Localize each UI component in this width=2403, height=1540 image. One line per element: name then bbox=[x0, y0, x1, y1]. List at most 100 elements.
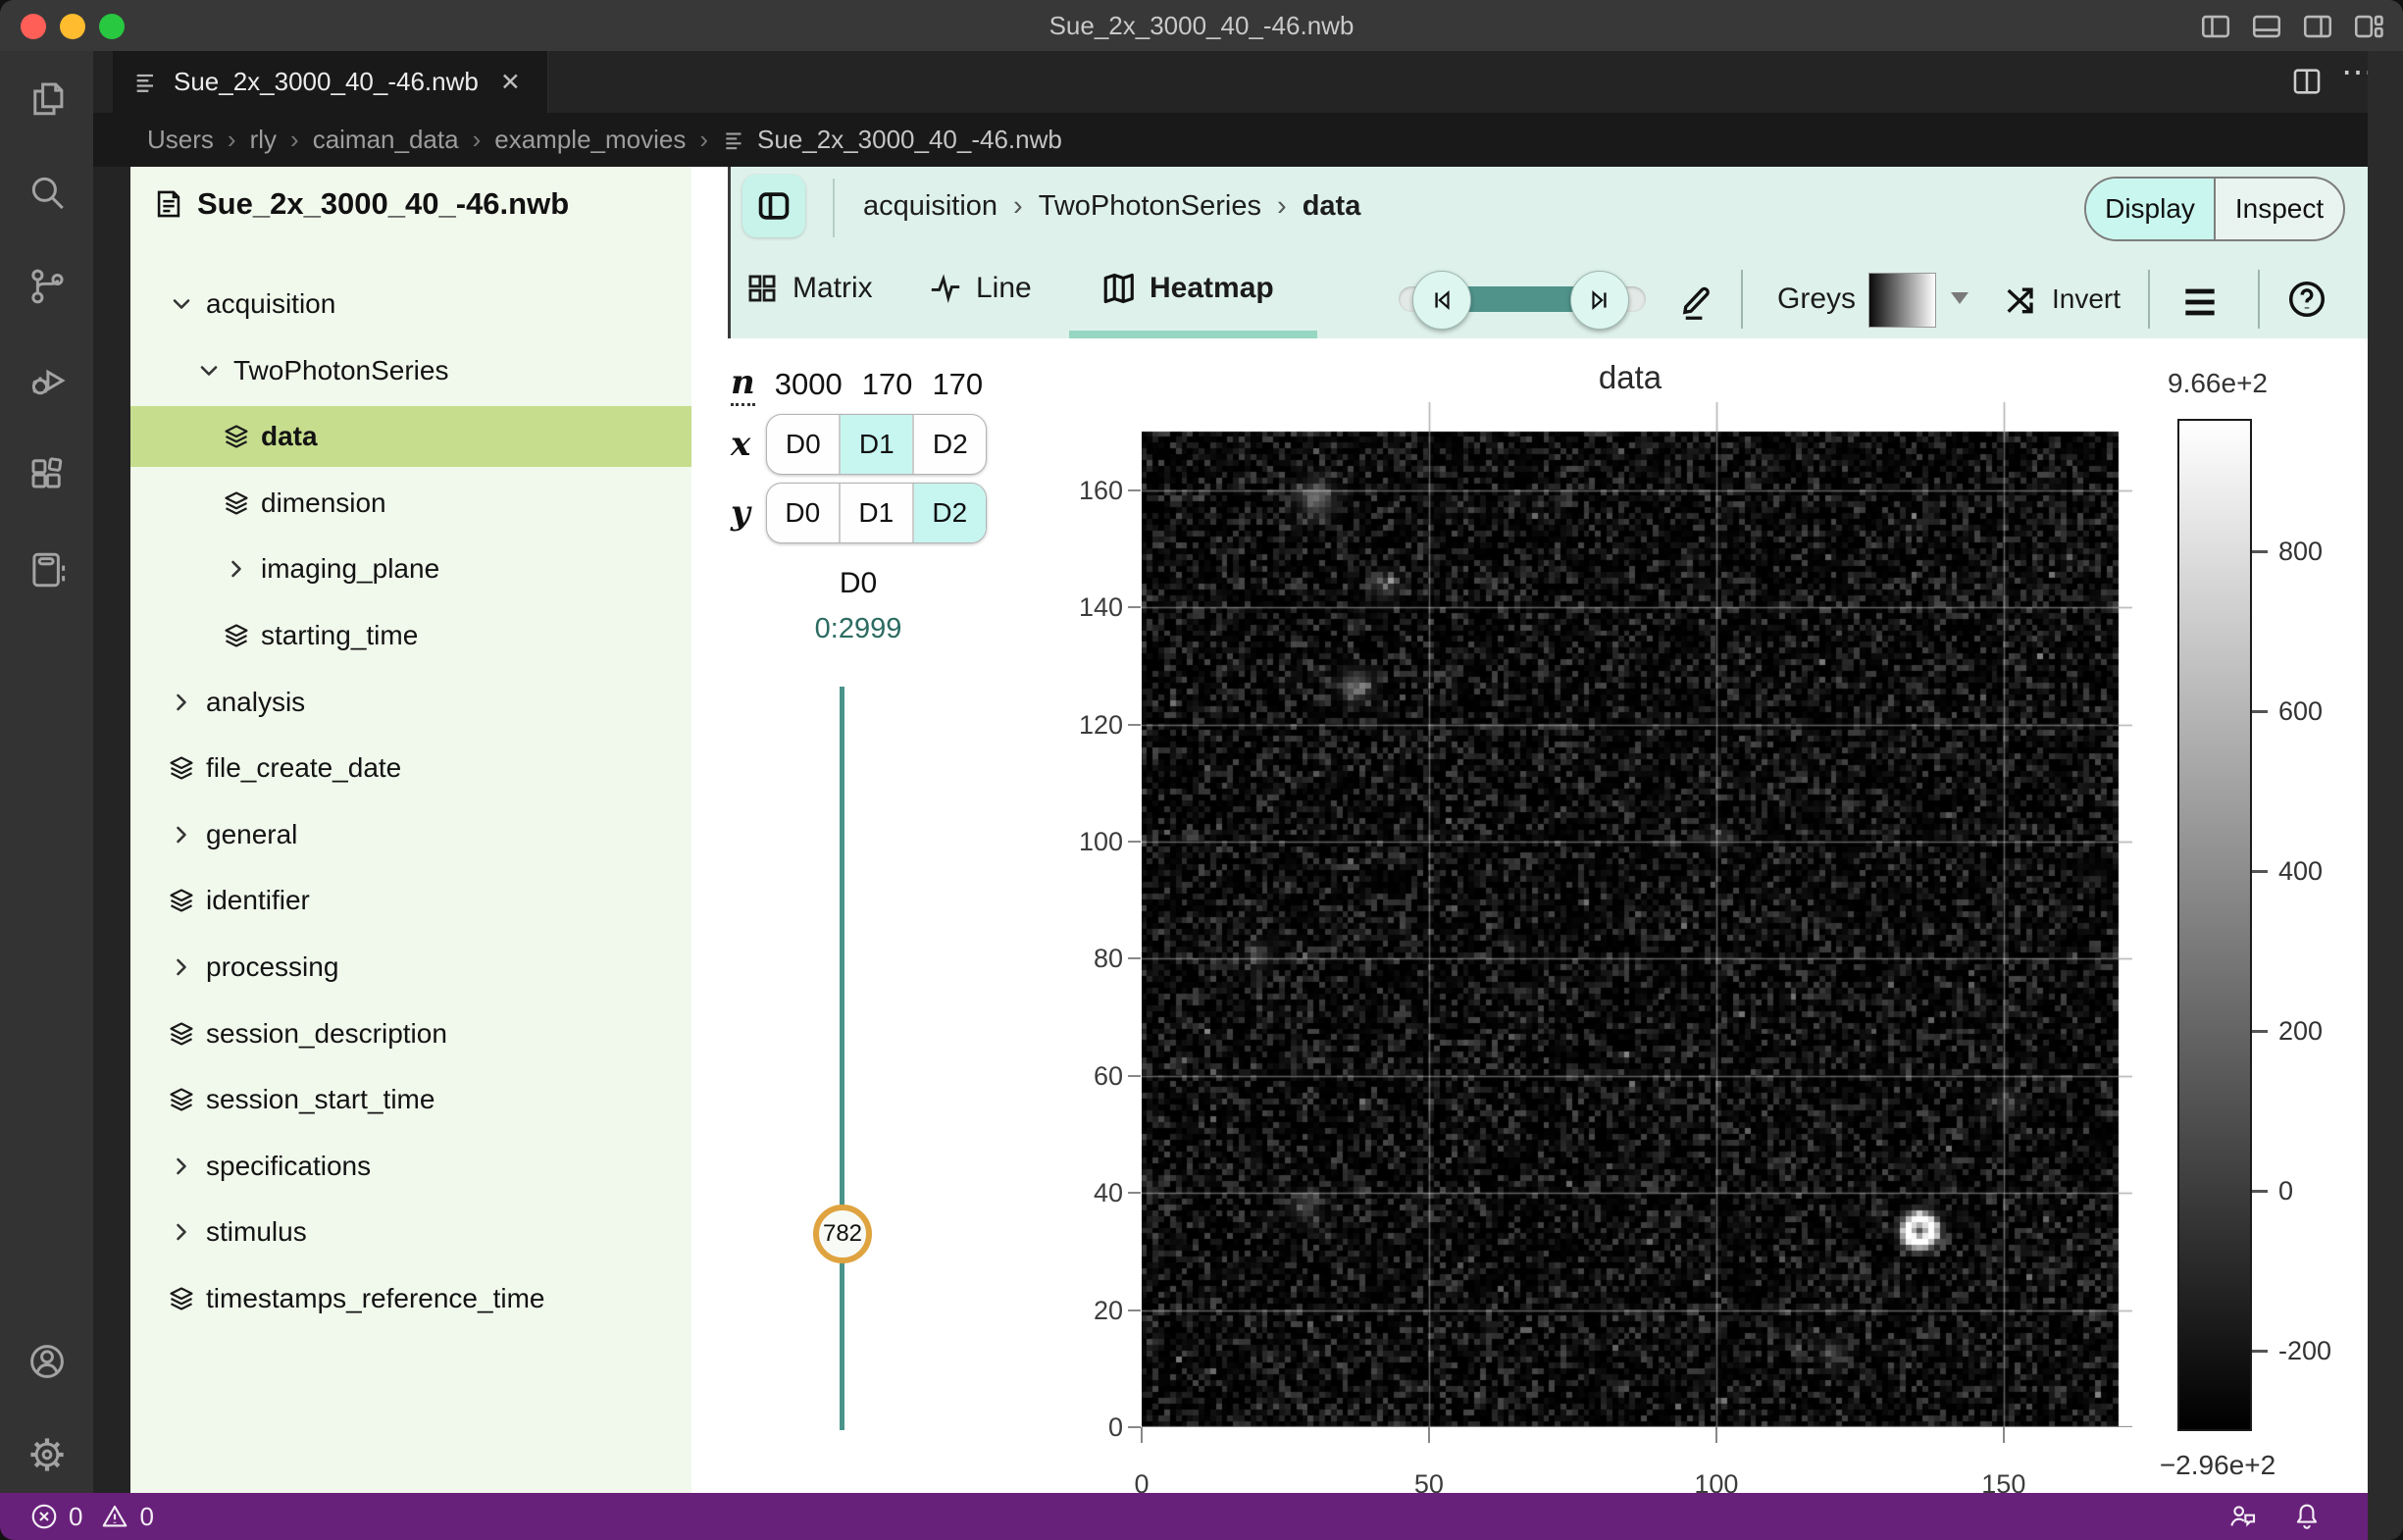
layout-panel-icon[interactable] bbox=[2250, 10, 2283, 43]
tree-item-timestamps_reference_time[interactable]: timestamps_reference_time bbox=[130, 1268, 691, 1329]
chevron-right-icon[interactable] bbox=[222, 554, 251, 584]
breadcrumb-item[interactable]: rly bbox=[250, 125, 277, 155]
search-icon[interactable] bbox=[26, 172, 68, 213]
breadcrumb[interactable]: Users›rly›caiman_data›example_movies›Sue… bbox=[93, 113, 2403, 167]
tree-item-analysis[interactable]: analysis bbox=[130, 672, 691, 733]
tree-item-session_start_time[interactable]: session_start_time bbox=[130, 1069, 691, 1130]
nwb-tree-panel: Sue_2x_3000_40_-46.nwb acquisitionTwoPho… bbox=[130, 167, 691, 1493]
warning-count[interactable]: 0 bbox=[139, 1502, 153, 1532]
y-tick-label: 60 bbox=[1025, 1058, 1123, 1094]
heatmap-image[interactable] bbox=[1142, 402, 2132, 1427]
inspect-tab[interactable]: Inspect bbox=[2214, 179, 2343, 239]
tree-item-identifier[interactable]: identifier bbox=[130, 870, 691, 931]
frame-range-label: 0:2999 bbox=[760, 613, 956, 645]
close-window-button[interactable] bbox=[21, 14, 46, 39]
tree-item-dimension[interactable]: dimension bbox=[130, 473, 691, 534]
range-end-handle[interactable] bbox=[1570, 271, 1629, 330]
y-tick-mark bbox=[1128, 957, 1141, 959]
tree-item-session_description[interactable]: session_description bbox=[130, 1003, 691, 1064]
help-icon[interactable] bbox=[2286, 279, 2327, 320]
chevron-right-icon[interactable] bbox=[167, 1152, 196, 1181]
chevron-right-icon[interactable] bbox=[167, 952, 196, 982]
chevron-right-icon[interactable] bbox=[167, 688, 196, 717]
tree-item-processing[interactable]: processing bbox=[130, 937, 691, 998]
dataset-icon bbox=[167, 1019, 196, 1049]
layout-sidebar-left-icon[interactable] bbox=[2199, 10, 2232, 43]
file-root-label: Sue_2x_3000_40_-46.nwb bbox=[197, 186, 569, 222]
explorer-icon[interactable] bbox=[26, 77, 68, 119]
frame-slider-handle[interactable]: 782 bbox=[813, 1205, 872, 1263]
matrix-view-tab[interactable]: Matrix bbox=[745, 245, 873, 331]
colorbar-min-label: −2.96e+2 bbox=[2115, 1450, 2321, 1481]
layout-sidebar-right-icon[interactable] bbox=[2301, 10, 2334, 43]
dim-option-D0[interactable]: D0 bbox=[767, 484, 839, 542]
zoom-window-button[interactable] bbox=[99, 14, 125, 39]
hdf5-tree: acquisitionTwoPhotonSeriesdatadimensioni… bbox=[130, 274, 691, 1329]
breadcrumb-item[interactable]: Users bbox=[147, 125, 214, 155]
pen-icon[interactable] bbox=[1677, 279, 1718, 320]
tree-item-imaging_plane[interactable]: imaging_plane bbox=[130, 539, 691, 599]
colormap-swatch[interactable] bbox=[1868, 273, 1936, 328]
bell-icon[interactable] bbox=[2291, 1501, 2323, 1532]
shape-row: n 3000 170 170 bbox=[731, 363, 983, 406]
display-tab[interactable]: Display bbox=[2086, 179, 2214, 239]
dataset-breadcrumb-item[interactable]: data bbox=[1303, 190, 1361, 223]
chevron-right-icon[interactable] bbox=[167, 820, 196, 849]
run-debug-icon[interactable] bbox=[26, 360, 68, 401]
tree-item-general[interactable]: general bbox=[130, 804, 691, 865]
invert-label[interactable]: Invert bbox=[2052, 283, 2121, 315]
tree-item-data[interactable]: data bbox=[130, 406, 691, 467]
editor-tab[interactable]: Sue_2x_3000_40_-46.nwb ✕ bbox=[113, 51, 548, 113]
breadcrumb-file[interactable]: Sue_2x_3000_40_-46.nwb bbox=[757, 125, 1062, 155]
line-view-tab[interactable]: Line bbox=[929, 245, 1032, 331]
tab-close-icon[interactable]: ✕ bbox=[500, 68, 521, 97]
heatmap-view-tab[interactable]: Heatmap bbox=[1100, 245, 1274, 331]
layout-customize-icon[interactable] bbox=[2352, 10, 2385, 43]
colorbar-tick-label: 400 bbox=[2278, 853, 2323, 889]
split-editor-icon[interactable] bbox=[2290, 65, 2324, 98]
chevron-right-icon[interactable] bbox=[167, 1217, 196, 1247]
file-list-icon bbox=[722, 128, 747, 153]
y-tick-mark bbox=[1128, 489, 1141, 491]
error-circle-icon[interactable] bbox=[29, 1502, 59, 1531]
dim-option-D0[interactable]: D0 bbox=[767, 415, 839, 474]
settings-gear-icon[interactable] bbox=[26, 1434, 68, 1475]
colormap-dropdown-caret[interactable] bbox=[1951, 292, 1968, 304]
y-tick-label: 20 bbox=[1025, 1293, 1123, 1328]
toggle-sidebar-button[interactable] bbox=[742, 175, 805, 237]
breadcrumb-item[interactable]: caiman_data bbox=[313, 125, 459, 155]
dataset-breadcrumb[interactable]: acquisition›TwoPhotonSeries›data bbox=[863, 167, 1360, 245]
tree-item-acquisition[interactable]: acquisition bbox=[130, 274, 691, 334]
tree-item-specifications[interactable]: specifications bbox=[130, 1136, 691, 1197]
dim-option-D1[interactable]: D1 bbox=[839, 484, 912, 542]
chevron-down-icon[interactable] bbox=[194, 356, 224, 385]
menu-icon[interactable] bbox=[2178, 281, 2222, 324]
notebook-icon[interactable] bbox=[26, 549, 68, 590]
range-start-handle[interactable] bbox=[1412, 271, 1471, 330]
dim-option-D2[interactable]: D2 bbox=[912, 484, 986, 542]
activity-bar bbox=[0, 51, 93, 1493]
minimize-window-button[interactable] bbox=[60, 14, 85, 39]
tree-item-file_create_date[interactable]: file_create_date bbox=[130, 738, 691, 798]
dim-option-D2[interactable]: D2 bbox=[912, 415, 986, 474]
dataset-icon bbox=[167, 886, 196, 915]
dataset-breadcrumb-item[interactable]: acquisition bbox=[863, 190, 997, 223]
tree-item-starting_time[interactable]: starting_time bbox=[130, 605, 691, 666]
chevron-down-icon[interactable] bbox=[167, 289, 196, 319]
breadcrumb-item[interactable]: example_movies bbox=[494, 125, 686, 155]
feedback-person-icon[interactable] bbox=[2226, 1501, 2258, 1532]
frame-slider-track[interactable] bbox=[840, 687, 844, 1430]
pulse-icon bbox=[929, 272, 962, 305]
colorbar-tick-label: 200 bbox=[2278, 1013, 2323, 1049]
swap-arrows-icon[interactable] bbox=[2002, 281, 2041, 320]
error-count[interactable]: 0 bbox=[69, 1502, 82, 1532]
x-tick-mark bbox=[1715, 1427, 1717, 1443]
tree-item-stimulus[interactable]: stimulus bbox=[130, 1202, 691, 1262]
extensions-icon[interactable] bbox=[26, 455, 68, 496]
warning-triangle-icon[interactable] bbox=[100, 1502, 129, 1531]
dataset-breadcrumb-item[interactable]: TwoPhotonSeries bbox=[1039, 190, 1261, 223]
account-icon[interactable] bbox=[26, 1341, 68, 1382]
tree-item-TwoPhotonSeries[interactable]: TwoPhotonSeries bbox=[130, 340, 691, 401]
source-control-icon[interactable] bbox=[26, 266, 68, 307]
dim-option-D1[interactable]: D1 bbox=[839, 415, 912, 474]
